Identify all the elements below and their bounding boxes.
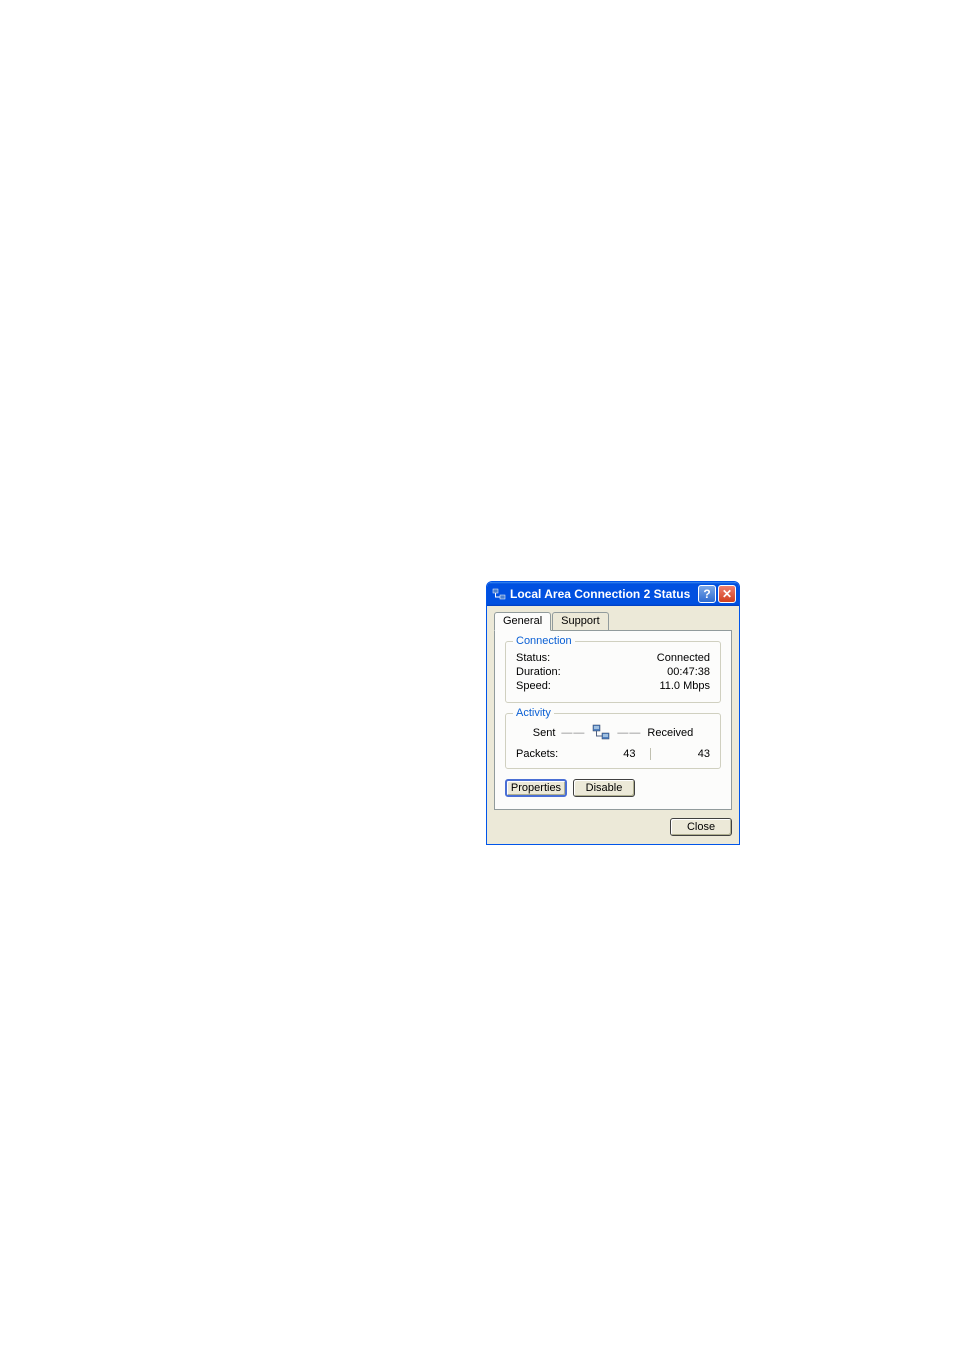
- connection-status-dialog: Local Area Connection 2 Status ? ✕ Gener…: [486, 581, 740, 845]
- speed-label: Speed:: [516, 680, 551, 692]
- network-connection-icon: [492, 587, 506, 601]
- connection-group: Connection Status: Connected Duration: 0…: [505, 641, 721, 703]
- dash-right: ——: [617, 727, 641, 739]
- speed-value: 11.0 Mbps: [659, 680, 710, 692]
- tab-support[interactable]: Support: [552, 612, 609, 630]
- packets-sent-value: 43: [576, 748, 651, 760]
- dash-left: ——: [561, 727, 585, 739]
- dialog-body: General Support Connection Status: Conne…: [487, 606, 739, 844]
- close-button[interactable]: ✕: [718, 585, 736, 603]
- disable-button[interactable]: Disable: [573, 779, 635, 797]
- close-dialog-button[interactable]: Close: [670, 818, 732, 836]
- properties-button[interactable]: Properties: [505, 779, 567, 797]
- activity-group: Activity Sent —— —— Received: [505, 713, 721, 769]
- tab-general[interactable]: General: [494, 612, 551, 631]
- duration-value: 00:47:38: [667, 666, 710, 678]
- activity-legend: Activity: [513, 707, 554, 719]
- help-button[interactable]: ?: [698, 585, 716, 603]
- status-value: Connected: [657, 652, 710, 664]
- close-icon: ✕: [722, 587, 732, 601]
- titlebar[interactable]: Local Area Connection 2 Status ? ✕: [487, 582, 739, 606]
- status-label: Status:: [516, 652, 550, 664]
- activity-network-icon: [591, 724, 611, 742]
- help-icon: ?: [703, 587, 710, 601]
- tab-panel-general: Connection Status: Connected Duration: 0…: [494, 630, 732, 810]
- titlebar-text: Local Area Connection 2 Status: [510, 587, 698, 601]
- duration-label: Duration:: [516, 666, 561, 678]
- tabs: General Support: [494, 612, 732, 630]
- packets-received-value: 43: [651, 748, 711, 760]
- connection-legend: Connection: [513, 635, 575, 647]
- sent-label: Sent: [533, 727, 556, 739]
- received-label: Received: [647, 727, 693, 739]
- packets-label: Packets:: [516, 748, 576, 760]
